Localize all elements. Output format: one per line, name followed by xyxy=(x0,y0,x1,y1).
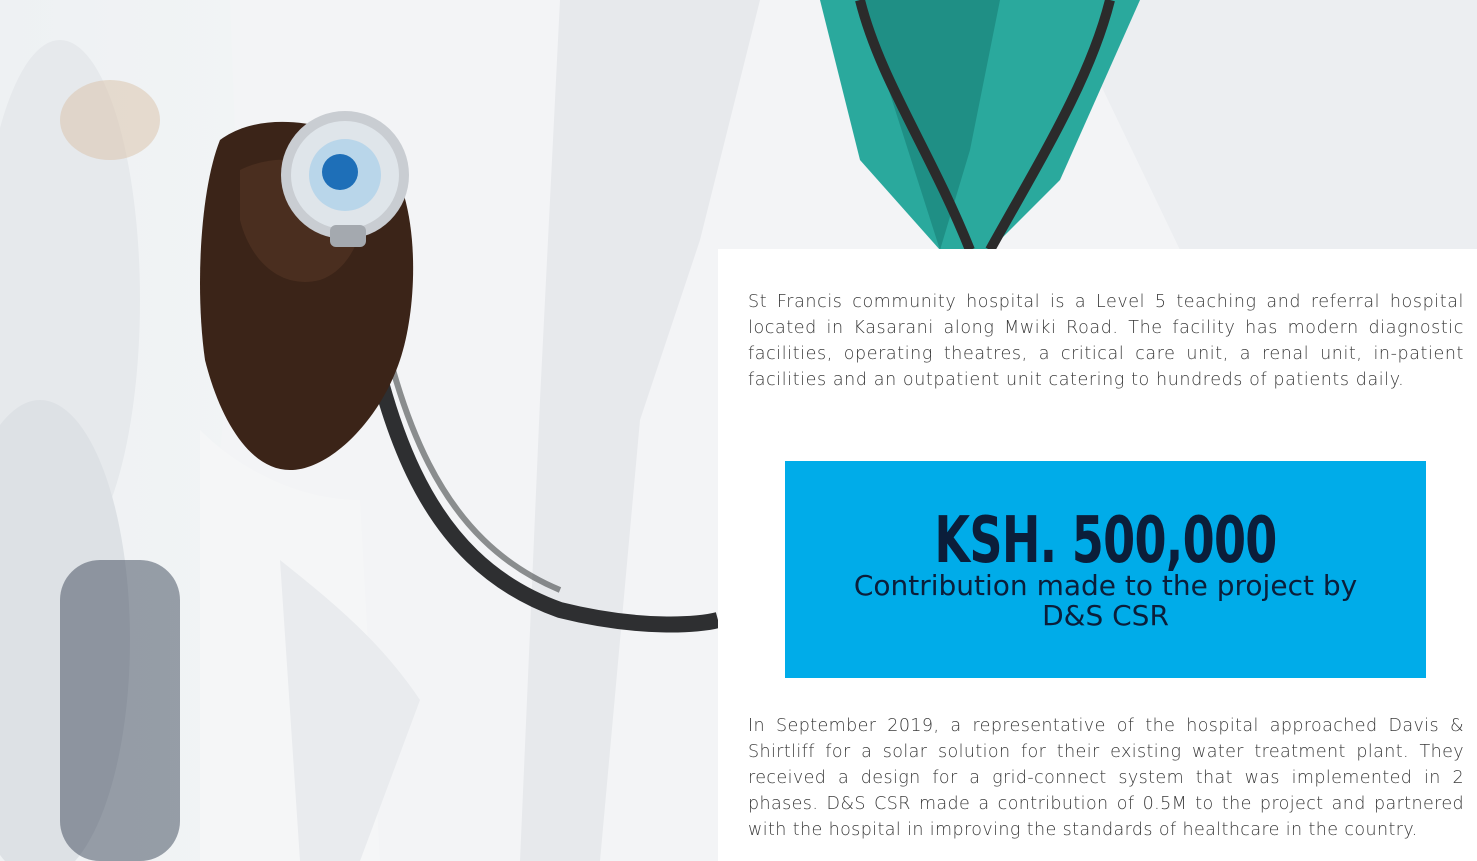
contribution-caption: Contribution made to the project by D&S … xyxy=(853,569,1358,632)
contribution-amount: KSH. 500,000 xyxy=(934,504,1277,578)
article-content-panel: St Francis community hospital is a Level… xyxy=(718,249,1477,861)
intro-paragraph: St Francis community hospital is a Level… xyxy=(748,292,1464,390)
body-paragraph: In September 2019, a representative of t… xyxy=(748,716,1464,840)
contribution-highlight-box: KSH. 500,000 Contribution made to the pr… xyxy=(785,461,1426,678)
article-page: St Francis community hospital is a Level… xyxy=(0,0,1477,861)
